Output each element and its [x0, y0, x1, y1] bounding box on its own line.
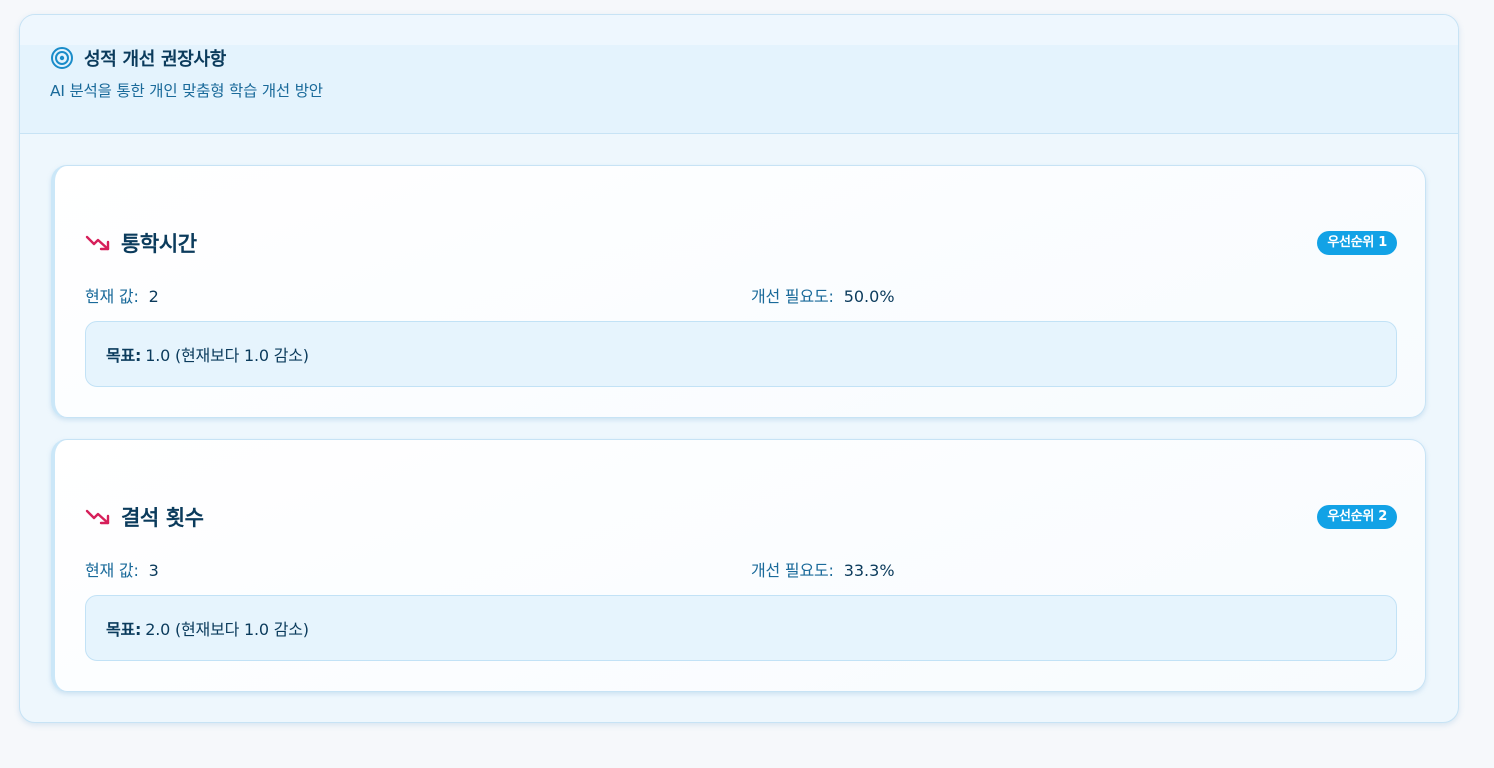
current-value: 3: [148, 561, 159, 580]
current-value-metric: 현재 값: 2: [85, 283, 159, 307]
goal-text: 1.0 (현재보다 1.0 감소): [145, 346, 309, 365]
target-icon: [50, 46, 74, 70]
improvement-need-label: 개선 필요도:: [751, 561, 834, 580]
header-title-row: 성적 개선 권장사항: [50, 45, 226, 71]
current-value-label: 현재 값:: [85, 561, 139, 580]
goal-label: 목표:: [106, 346, 142, 365]
current-value-label: 현재 값:: [85, 287, 139, 306]
card-title-row: 결석 횟수: [85, 502, 204, 532]
priority-badge: 우선순위 1: [1317, 231, 1397, 255]
improvement-need-value: 50.0%: [843, 287, 895, 306]
recommendation-card: 통학시간 우선순위 1 현재 값: 2 개선 필요도: 50.0% 목표: 1.…: [51, 165, 1426, 418]
trending-down-icon: [85, 234, 111, 252]
current-value-metric: 현재 값: 3: [85, 557, 159, 581]
goal-box: 목표: 1.0 (현재보다 1.0 감소): [85, 321, 1397, 387]
panel-header: 성적 개선 권장사항 AI 분석을 통한 개인 맞춤형 학습 개선 방안: [20, 15, 1458, 134]
current-value: 2: [148, 287, 159, 306]
card-title: 통학시간: [121, 232, 197, 256]
improvement-need-metric: 개선 필요도: 50.0%: [751, 283, 895, 307]
page-title: 성적 개선 권장사항: [84, 49, 227, 70]
recommendation-card: 결석 횟수 우선순위 2 현재 값: 3 개선 필요도: 33.3% 목표: 2…: [51, 439, 1426, 692]
trending-down-icon: [85, 508, 111, 526]
card-title-row: 통학시간: [85, 228, 197, 258]
goal-box: 목표: 2.0 (현재보다 1.0 감소): [85, 595, 1397, 661]
improvement-need-metric: 개선 필요도: 33.3%: [751, 557, 895, 581]
page-subtitle: AI 분석을 통한 개인 맞춤형 학습 개선 방안: [50, 82, 323, 100]
improvement-need-value: 33.3%: [843, 561, 895, 580]
goal-label: 목표:: [106, 620, 142, 639]
goal-text: 2.0 (현재보다 1.0 감소): [145, 620, 309, 639]
recommendations-panel: 성적 개선 권장사항 AI 분석을 통한 개인 맞춤형 학습 개선 방안 통학시…: [19, 14, 1459, 723]
improvement-need-label: 개선 필요도:: [751, 287, 834, 306]
card-title: 결석 횟수: [121, 506, 204, 530]
priority-badge: 우선순위 2: [1317, 505, 1397, 529]
